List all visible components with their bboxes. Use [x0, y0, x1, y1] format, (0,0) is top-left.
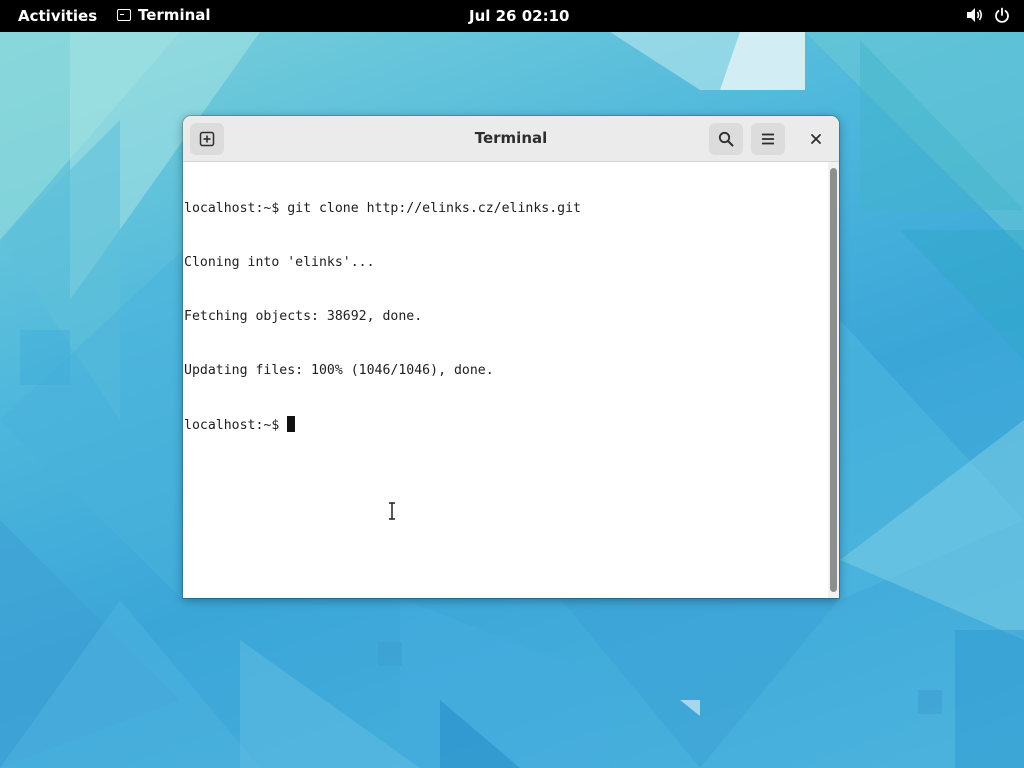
terminal-prompt: localhost:~$ — [184, 418, 288, 433]
ibeam-pointer-icon — [389, 502, 395, 520]
app-menu[interactable]: Terminal — [117, 6, 211, 24]
app-menu-label: Terminal — [138, 6, 211, 24]
terminal-output[interactable]: localhost:~$ git clone http://elinks.cz/… — [183, 162, 828, 598]
terminal-prompt-line: localhost:~$ — [184, 416, 828, 434]
scrollbar[interactable] — [828, 162, 839, 598]
system-tray[interactable] — [966, 7, 1010, 23]
scrollbar-thumb[interactable] — [830, 168, 837, 592]
header-bar[interactable]: Terminal — [183, 116, 839, 162]
terminal-line: Fetching objects: 38692, done. — [184, 309, 423, 324]
volume-icon — [967, 8, 983, 22]
new-tab-button[interactable] — [190, 123, 224, 155]
hamburger-menu-icon — [762, 133, 774, 145]
terminal-line: Cloning into 'elinks'... — [184, 255, 375, 270]
power-icon — [995, 7, 1009, 23]
activities-button[interactable]: Activities — [18, 7, 97, 25]
search-button[interactable] — [709, 123, 743, 155]
close-icon — [811, 134, 821, 144]
terminal-line: localhost:~$ git clone http://elinks.cz/… — [184, 201, 581, 216]
terminal-window: Terminal localhost:~$ git clone http://e… — [183, 116, 839, 598]
search-icon — [718, 131, 734, 147]
text-cursor — [287, 416, 296, 432]
new-tab-icon — [199, 131, 215, 147]
top-bar: Activities Terminal Jul 26 02:10 — [0, 0, 1024, 32]
main-menu-button[interactable] — [751, 123, 785, 155]
close-button[interactable] — [803, 126, 829, 152]
terminal-app-icon — [117, 9, 131, 21]
clock[interactable]: Jul 26 02:10 — [469, 7, 569, 25]
terminal-line: Updating files: 100% (1046/1046), done. — [184, 363, 494, 378]
